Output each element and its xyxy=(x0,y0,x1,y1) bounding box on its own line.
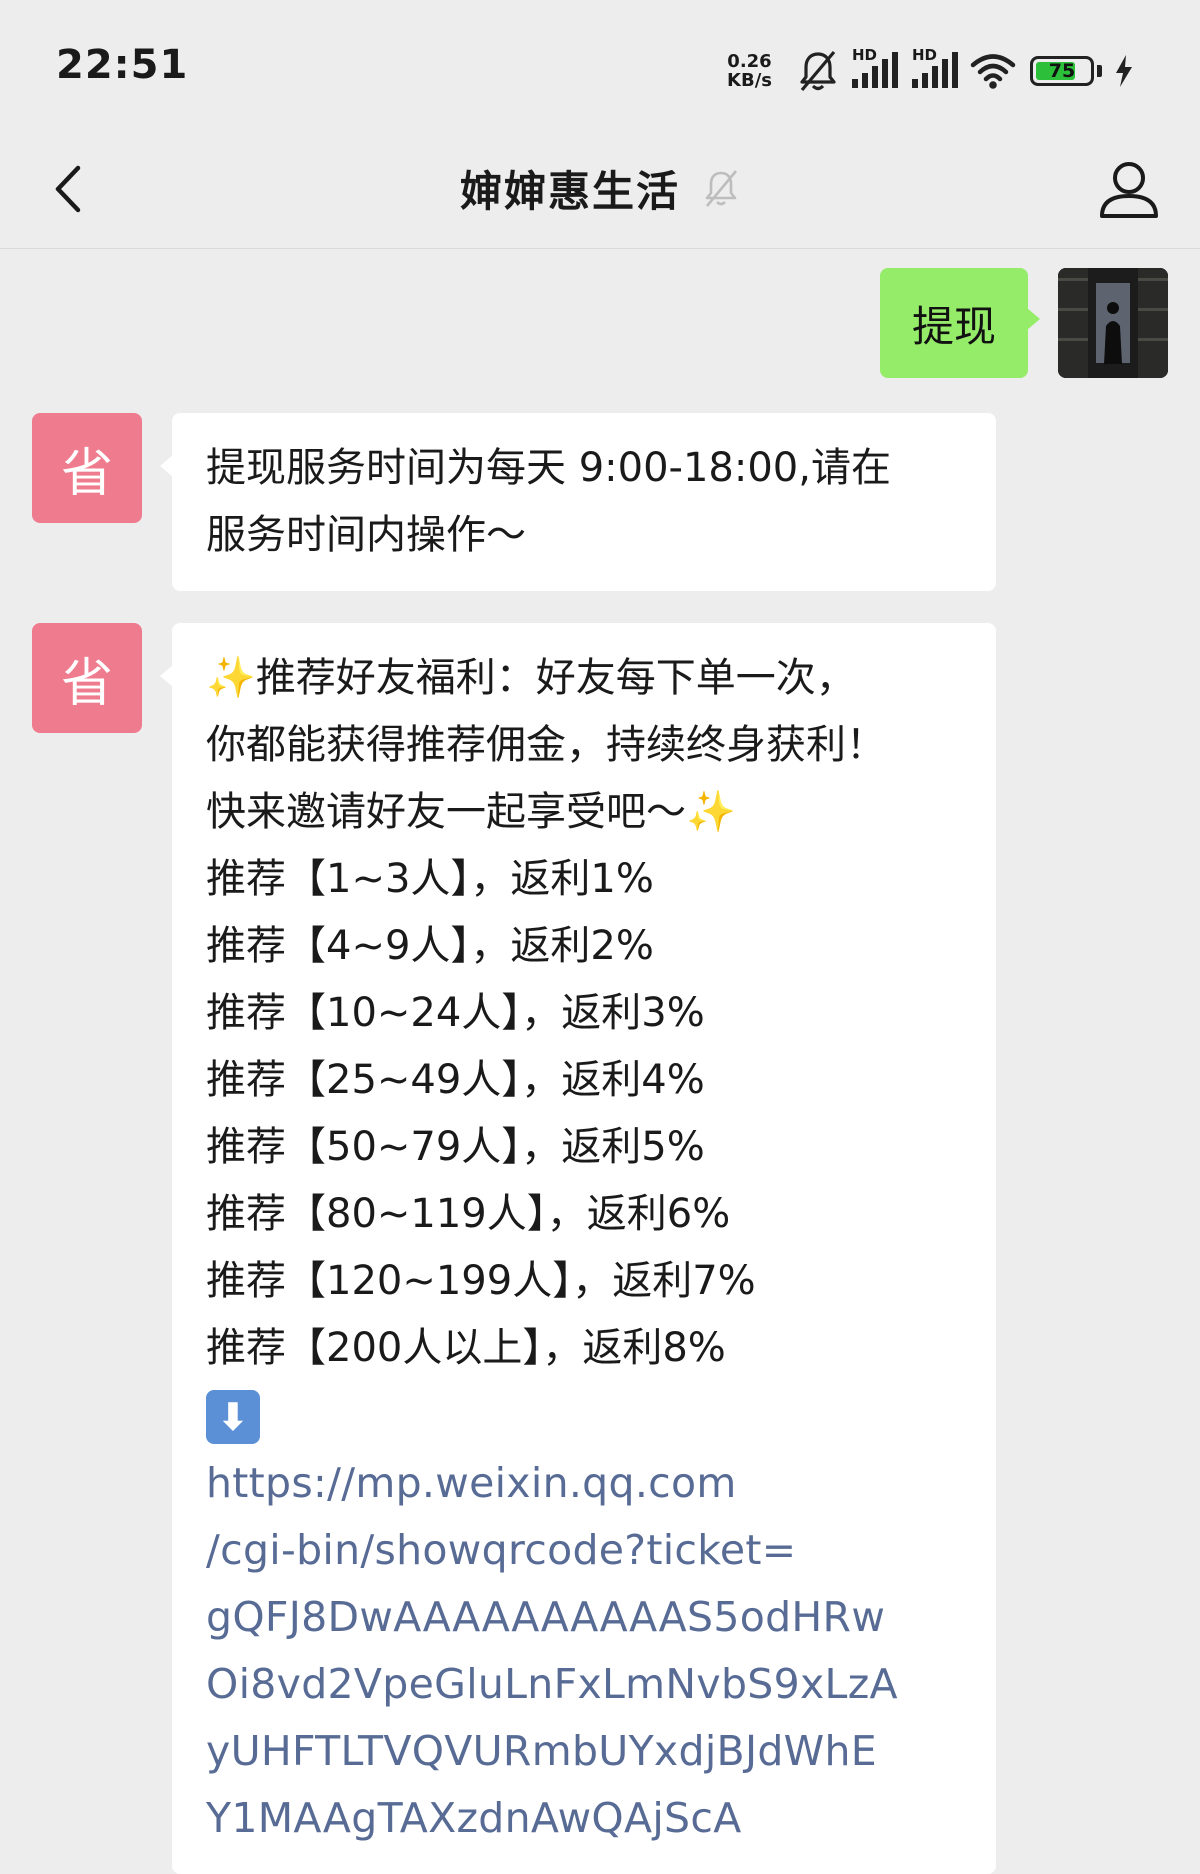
status-bar: 22:51 0.26 KB/s HD HD 75 xyxy=(0,0,1200,130)
link-text[interactable]: Oi8vd2VpeGluLnFxLmNvbS9xLzA xyxy=(206,1651,964,1718)
wifi-icon xyxy=(970,54,1016,89)
chat-title-wrap: 婶婶惠生活 xyxy=(0,158,1200,218)
message-line: 提现服务时间为每天 9:00-18:00,请在 xyxy=(206,445,891,491)
link-text[interactable]: gQFJ8DwAAAAAAAAAAS5odHRw xyxy=(206,1584,964,1651)
message-line: ✨推荐好友福利：好友每下单一次， xyxy=(206,645,964,712)
battery-icon: 75 xyxy=(1030,56,1094,86)
network-speed: 0.26 KB/s xyxy=(727,52,772,90)
down-arrow-icon: ⬇ xyxy=(206,1390,260,1444)
battery-cap xyxy=(1097,65,1102,77)
sparkle-emoji: ✨ xyxy=(206,655,256,701)
message-line: ⬇ xyxy=(206,1382,964,1450)
profile-icon[interactable] xyxy=(1094,154,1164,224)
link-text[interactable]: Y1MAAgTAXzdnAwQAjScA xyxy=(206,1785,964,1852)
tier-line: 推荐【1~3人】，返利1% xyxy=(206,856,654,902)
sent-message-bubble[interactable]: 提现 xyxy=(879,268,1041,378)
intro-text: 推荐好友福利：好友每下单一次， xyxy=(255,655,856,701)
bot-avatar[interactable]: 省 xyxy=(32,413,142,523)
tier-line: 推荐【80~119人】，返利6% xyxy=(206,1191,731,1237)
tier-line: 推荐【50~79人】，返利5% xyxy=(206,1124,705,1170)
status-time: 22:51 xyxy=(56,42,189,88)
avatar-photo xyxy=(1058,268,1168,378)
message-line: 你都能获得推荐佣金，持续终身获利！ xyxy=(206,722,886,768)
tier-line: 推荐【25~49人】，返利4% xyxy=(206,1057,705,1103)
status-icons: 0.26 KB/s HD HD 75 xyxy=(727,46,1134,96)
intro-text: 快来邀请好友一起享受吧～ xyxy=(206,789,686,835)
mute-icon xyxy=(705,170,738,207)
signal-1-label: HD xyxy=(852,46,878,64)
bell-muted-icon xyxy=(800,50,836,92)
signal-1: HD xyxy=(850,46,898,90)
network-speed-unit: KB/s xyxy=(727,70,772,91)
signal-2: HD xyxy=(910,46,958,90)
battery-level: 75 xyxy=(1048,60,1076,82)
tier-line: 推荐【200人以上】，返利8% xyxy=(206,1325,726,1371)
chat-header: 婶婶惠生活 xyxy=(0,130,1200,249)
bot-avatar-label: 省 xyxy=(60,443,113,504)
received-message-bubble[interactable]: ✨推荐好友福利：好友每下单一次， 你都能获得推荐佣金，持续终身获利！ 快来邀请好… xyxy=(160,623,996,1874)
message-line: 快来邀请好友一起享受吧～✨ xyxy=(206,779,964,846)
message-line: 服务时间内操作～ xyxy=(206,512,526,558)
tier-line: 推荐【4~9人】，返利2% xyxy=(206,923,654,969)
sent-message-text: 提现 xyxy=(911,301,996,351)
sparkle-emoji: ✨ xyxy=(686,789,736,835)
link-text[interactable]: yUHFTLTVQVURmbUYxdjBJdWhE xyxy=(206,1718,964,1785)
user-avatar[interactable] xyxy=(1058,268,1168,378)
bot-avatar-label: 省 xyxy=(60,653,113,714)
battery-indicator: 75 xyxy=(1030,56,1102,86)
tier-line: 推荐【120~199人】，返利7% xyxy=(206,1258,756,1304)
link-text[interactable]: https://mp.weixin.qq.com xyxy=(206,1450,964,1517)
chat-title: 婶婶惠生活 xyxy=(459,166,680,216)
bot-avatar[interactable]: 省 xyxy=(32,623,142,733)
link-text[interactable]: /cgi-bin/showqrcode?ticket= xyxy=(206,1517,964,1584)
received-message-bubble[interactable]: 提现服务时间为每天 9:00-18:00,请在 服务时间内操作～ xyxy=(160,413,996,591)
charging-icon xyxy=(1116,55,1132,87)
signal-2-label: HD xyxy=(912,46,938,64)
network-speed-value: 0.26 xyxy=(727,51,772,72)
tier-line: 推荐【10~24人】，返利3% xyxy=(206,990,705,1036)
